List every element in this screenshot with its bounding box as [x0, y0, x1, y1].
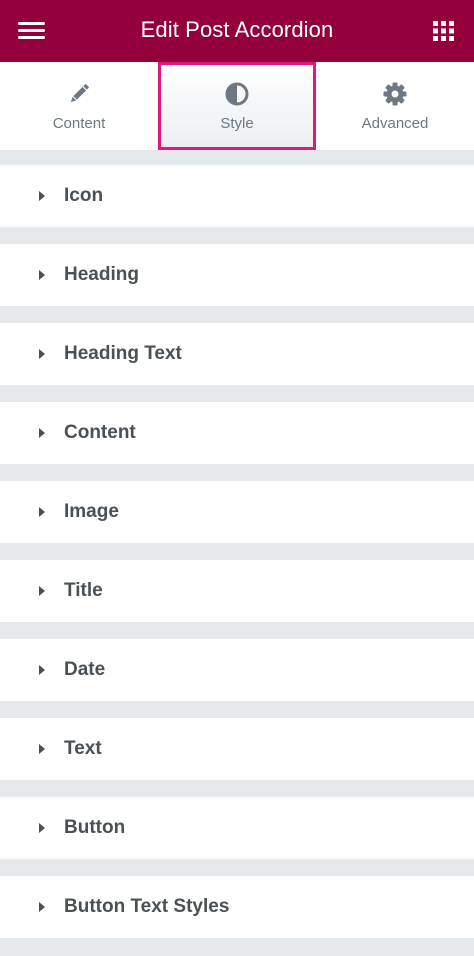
section-button-text-styles[interactable]: Button Text Styles — [0, 876, 474, 938]
section-label: Text — [64, 738, 102, 759]
tab-content[interactable]: Content — [0, 62, 158, 150]
grid-apps-icon[interactable] — [427, 17, 461, 45]
section-label: Content — [64, 422, 136, 443]
style-sections-list: Icon Heading Heading Text Content Image … — [0, 165, 474, 955]
panel-tabs: Content Style Advanced — [0, 62, 474, 150]
tab-advanced[interactable]: Advanced — [316, 62, 474, 150]
section-heading[interactable]: Heading — [0, 244, 474, 306]
hamburger-menu-icon[interactable] — [14, 17, 50, 45]
section-label: Heading — [64, 264, 139, 285]
section-title[interactable]: Title — [0, 560, 474, 622]
section-text[interactable]: Text — [0, 718, 474, 780]
contrast-circle-icon — [161, 81, 313, 107]
caret-right-icon — [39, 349, 45, 359]
tab-content-label: Content — [52, 115, 106, 132]
caret-right-icon — [39, 823, 45, 833]
pencil-icon — [0, 81, 158, 107]
caret-right-icon — [39, 665, 45, 675]
section-label: Heading Text — [64, 343, 182, 364]
panel-header: Edit Post Accordion — [0, 0, 474, 62]
caret-right-icon — [39, 507, 45, 517]
section-icon[interactable]: Icon — [0, 165, 474, 227]
caret-right-icon — [39, 902, 45, 912]
section-label: Image — [64, 501, 119, 522]
tab-advanced-label: Advanced — [361, 115, 429, 132]
caret-right-icon — [39, 191, 45, 201]
tab-style-label: Style — [220, 115, 254, 132]
section-content[interactable]: Content — [0, 402, 474, 464]
section-date[interactable]: Date — [0, 639, 474, 701]
gear-icon — [316, 81, 474, 107]
section-heading-text[interactable]: Heading Text — [0, 323, 474, 385]
caret-right-icon — [39, 428, 45, 438]
section-label: Button — [64, 817, 126, 838]
caret-right-icon — [39, 270, 45, 280]
section-label: Date — [64, 659, 106, 680]
section-button[interactable]: Button — [0, 797, 474, 859]
caret-right-icon — [39, 744, 45, 754]
section-image[interactable]: Image — [0, 481, 474, 543]
section-label: Icon — [64, 185, 104, 206]
section-label: Button Text Styles — [64, 896, 230, 917]
panel-title: Edit Post Accordion — [140, 17, 334, 42]
section-label: Title — [64, 580, 103, 601]
tab-style[interactable]: Style — [158, 62, 316, 150]
caret-right-icon — [39, 586, 45, 596]
